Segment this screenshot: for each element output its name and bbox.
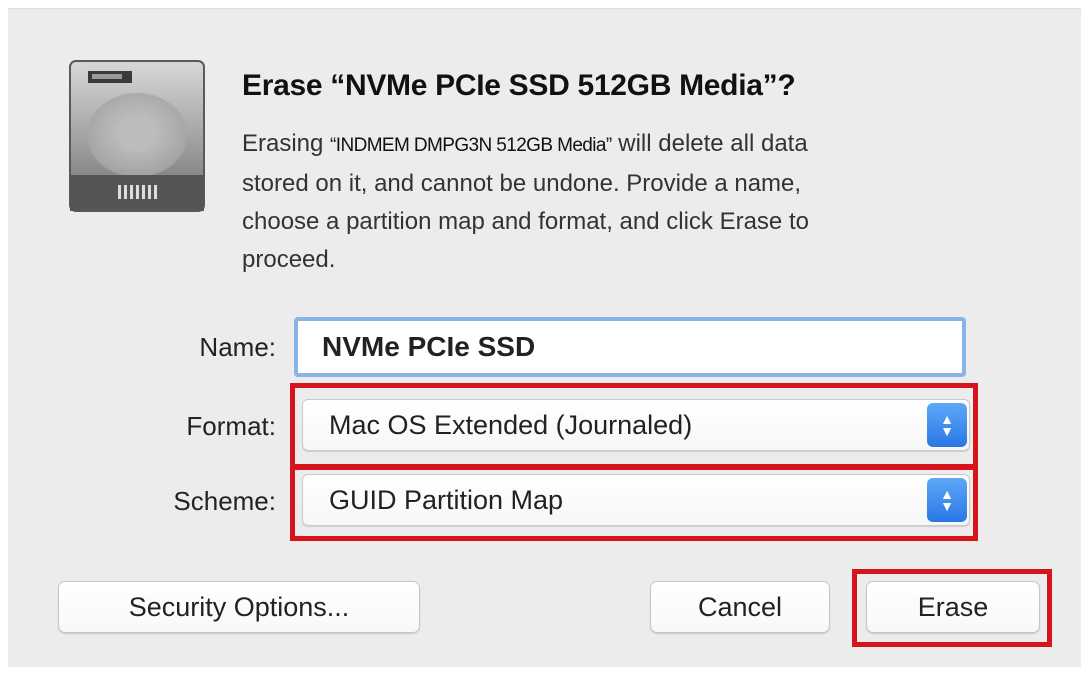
hard-drive-icon (69, 60, 205, 212)
message-line-2: stored on it, and cannot be undone. Prov… (242, 170, 802, 197)
message-line-1: Erasing “INDMEM DMPG3N 512GB Media” will… (242, 125, 1042, 165)
erase-dialog: Erase “NVMe PCIe SSD 512GB Media”? Erasi… (8, 8, 1081, 667)
message-line1-suffix: will delete all data (611, 130, 808, 157)
dialog-message: Erasing “INDMEM DMPG3N 512GB Media” will… (242, 125, 1042, 279)
up-down-chevron-icon[interactable]: ▲ ▼ (927, 478, 967, 522)
chevron-down-icon: ▼ (940, 423, 954, 439)
format-label: Format: (186, 411, 276, 441)
up-down-chevron-icon[interactable]: ▲ ▼ (927, 403, 967, 447)
scheme-label: Scheme: (173, 486, 276, 516)
dialog-title: Erase “NVMe PCIe SSD 512GB Media”? (242, 69, 796, 102)
scheme-select-value: GUID Partition Map (329, 485, 564, 515)
name-input[interactable] (294, 317, 966, 377)
name-label: Name: (199, 332, 276, 362)
drive-model-name: “INDMEM DMPG3N 512GB Media” (330, 135, 612, 156)
cancel-button[interactable]: Cancel (650, 581, 830, 633)
format-select-value: Mac OS Extended (Journaled) (329, 410, 693, 440)
message-prefix: Erasing (242, 130, 331, 157)
chevron-down-icon: ▼ (940, 498, 954, 514)
scheme-select[interactable]: GUID Partition Map ▲ ▼ (302, 474, 970, 526)
security-options-button[interactable]: Security Options... (58, 581, 420, 633)
message-line-3: choose a partition map and format, and c… (242, 208, 809, 235)
message-line-4: proceed. (242, 246, 336, 273)
format-select[interactable]: Mac OS Extended (Journaled) ▲ ▼ (302, 399, 970, 451)
erase-button[interactable]: Erase (866, 581, 1040, 633)
